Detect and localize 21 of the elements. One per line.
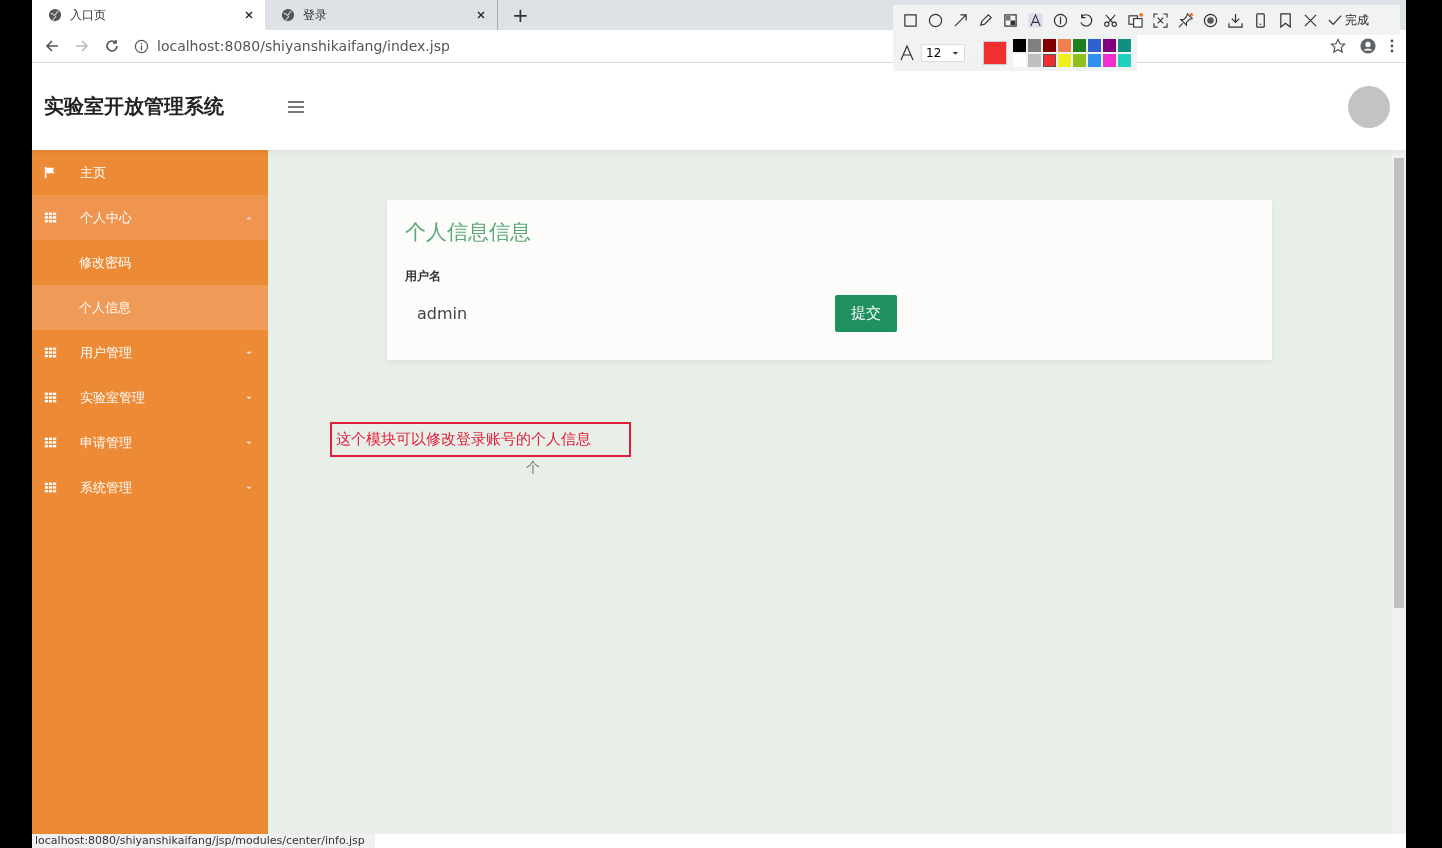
sidebar-item[interactable]: 个人中心: [32, 195, 268, 240]
stray-text: 个: [526, 459, 540, 477]
font-size-dropdown[interactable]: 12: [921, 44, 965, 62]
sidebar-item[interactable]: 申请管理: [32, 420, 268, 465]
sidebar-item[interactable]: 系统管理: [32, 465, 268, 510]
browser-tab[interactable]: 入口页: [32, 0, 265, 30]
status-url: localhost:8080/shiyanshikaifang/jsp/modules/center/info.jsp: [32, 834, 375, 848]
done-button[interactable]: 完成: [1328, 11, 1369, 29]
new-tab-button[interactable]: +: [498, 0, 543, 30]
app-title: 实验室开放管理系统: [44, 93, 225, 120]
address-bar[interactable]: localhost:8080/shiyanshikaifang/index.jsp: [134, 33, 864, 59]
sidebar-subitem[interactable]: 个人信息: [32, 285, 268, 330]
sidebar-item[interactable]: 实验室管理: [32, 375, 268, 420]
browser-tab[interactable]: 登录: [265, 0, 498, 30]
sidebar-item[interactable]: 主页: [32, 150, 268, 195]
sidebar-item[interactable]: 用户管理: [32, 330, 268, 375]
card-title: 个人信息信息: [405, 219, 532, 246]
submit-button[interactable]: 提交: [835, 295, 897, 332]
annotation-box: 这个模块可以修改登录账号的个人信息: [330, 422, 631, 457]
sidebar-subitem[interactable]: 修改密码: [32, 240, 268, 285]
field-label: 用户名: [405, 268, 442, 285]
